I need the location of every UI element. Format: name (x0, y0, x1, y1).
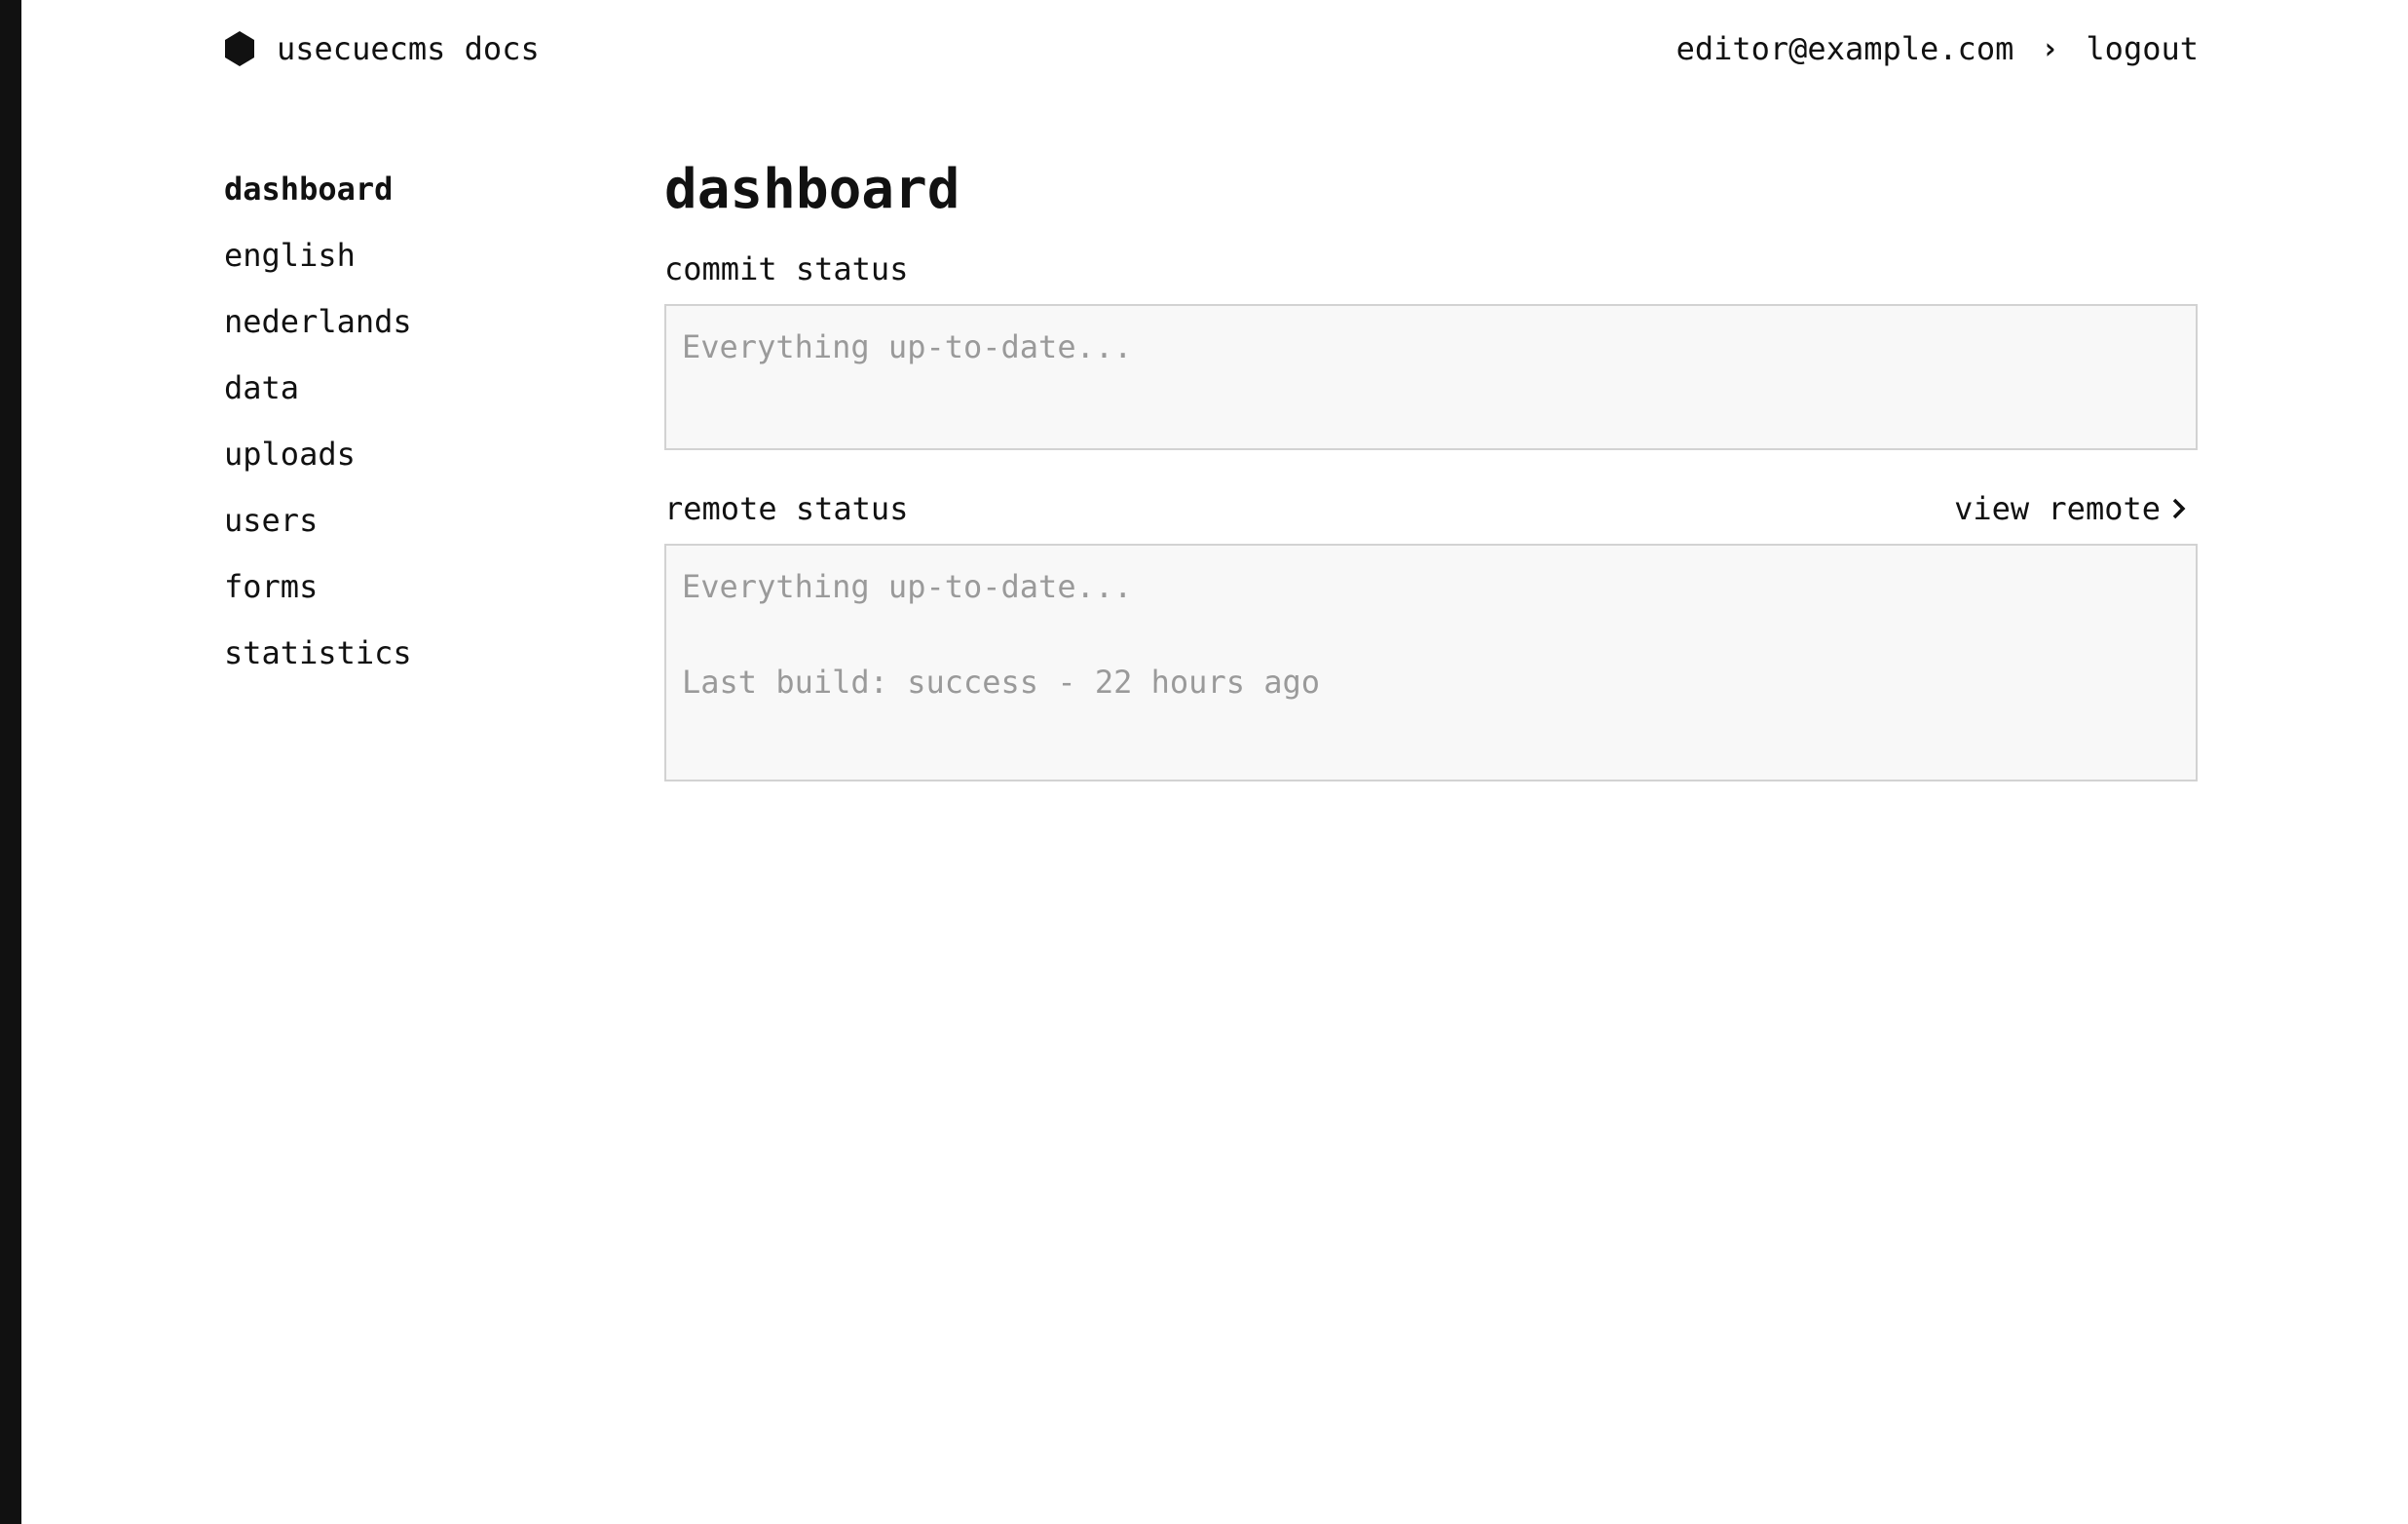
app-window: usecuecms docs editor@example.com › logo… (0, 0, 2408, 1524)
sidebar-item-forms[interactable]: forms (224, 563, 594, 629)
commit-status-message: Everything up-to-date... (682, 328, 1133, 365)
view-remote-link[interactable]: view remote (1954, 490, 2198, 527)
main-content: dashboard commit status Everything up-to… (664, 156, 2198, 781)
last-build-status: Last build: success - 22 hours ago (682, 664, 1321, 701)
brand-name: usecuecms docs (277, 30, 540, 67)
remote-status-heading: remote status (664, 490, 909, 527)
user-email: editor@example.com (1675, 30, 2014, 67)
view-remote-label: view remote (1954, 490, 2161, 527)
remote-status-message: Everything up-to-date... (682, 568, 1133, 605)
remote-status-panel: Everything up-to-date... Last build: suc… (664, 544, 2198, 781)
sidebar-item-nederlands[interactable]: nederlands (224, 298, 594, 364)
sidebar-item-statistics[interactable]: statistics (224, 629, 594, 696)
commit-status-header: commit status (664, 246, 2198, 292)
chevron-right-icon (2172, 498, 2186, 519)
user-nav: editor@example.com › logout (1676, 27, 2199, 70)
sidebar-item-users[interactable]: users (224, 497, 594, 563)
sidebar-item-data[interactable]: data (224, 364, 594, 431)
sidebar-item-english[interactable]: english (224, 232, 594, 298)
sidebar-item-dashboard[interactable]: dashboard (224, 166, 594, 232)
sidebar-item-uploads[interactable]: uploads (224, 431, 594, 497)
hexagon-icon (225, 31, 254, 66)
brand-link[interactable]: usecuecms docs (224, 27, 540, 70)
logout-link[interactable]: logout (2086, 30, 2199, 67)
commit-status-heading: commit status (664, 250, 909, 287)
window-edge (0, 0, 21, 1524)
remote-status-header: remote status view remote (664, 485, 2198, 532)
page-title: dashboard (664, 158, 960, 221)
commit-status-panel: Everything up-to-date... (664, 304, 2198, 450)
chevron-right-icon: › (2041, 31, 2059, 66)
sidebar-nav: dashboard english nederlands data upload… (224, 166, 594, 696)
